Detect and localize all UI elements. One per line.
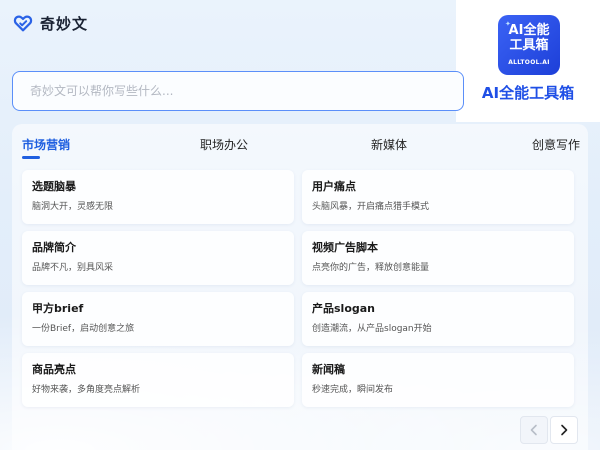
chevron-right-icon: [561, 424, 568, 436]
alltool-badge[interactable]: ✦ AI全能 工具箱 ALLTOOL.AI AI全能工具箱: [456, 0, 600, 122]
active-tab-indicator: [22, 156, 40, 159]
tab-office[interactable]: 职场办公: [200, 136, 248, 153]
tab-creative-writing[interactable]: 创意写作: [532, 136, 580, 153]
tab-new-media[interactable]: 新媒体: [371, 136, 407, 153]
card-description: 一份Brief，启动创意之旅: [32, 324, 135, 334]
card-description: 创造潮流，从产品slogan开始: [312, 324, 432, 334]
app-name: 奇妙文: [40, 14, 89, 33]
heart-link-icon: [13, 15, 33, 32]
template-card[interactable]: 新闻稿 秒速完成，瞬间发布: [302, 353, 574, 407]
card-title: 选题脑暴: [32, 180, 76, 193]
card-title: 产品slogan: [312, 302, 376, 315]
next-page-button[interactable]: [550, 416, 578, 444]
card-title: 新闻稿: [312, 363, 345, 376]
badge-logo: ✦ AI全能 工具箱 ALLTOOL.AI: [498, 15, 560, 75]
template-card[interactable]: 视频广告脚本 点亮你的广告，释放创意能量: [302, 231, 574, 285]
card-description: 好物来袭，多角度亮点解析: [32, 385, 141, 395]
template-card[interactable]: 用户痛点 头脑风暴，开启痛点猎手模式: [302, 170, 574, 224]
category-tabs: 市场营销 职场办公 新媒体 创意写作: [12, 124, 588, 164]
badge-line1: AI全能: [508, 23, 550, 38]
template-card[interactable]: 商品亮点 好物来袭，多角度亮点解析: [22, 353, 294, 407]
chevron-left-icon: [530, 424, 537, 436]
badge-line2: 工具箱: [509, 38, 549, 53]
card-description: 头脑风暴，开启痛点猎手模式: [312, 202, 430, 212]
tab-marketing[interactable]: 市场营销: [22, 136, 70, 153]
card-title: 甲方brief: [32, 302, 84, 315]
card-title: 品牌简介: [32, 241, 76, 254]
badge-domain: ALLTOOL.AI: [508, 59, 550, 66]
template-card[interactable]: 选题脑暴 脑洞大开，灵感无限: [22, 170, 294, 224]
app-logo[interactable]: 奇妙文: [12, 12, 88, 34]
card-title: 商品亮点: [32, 363, 76, 376]
card-title: 用户痛点: [312, 180, 356, 193]
badge-caption: AI全能工具箱: [481, 84, 575, 102]
prev-page-button[interactable]: [520, 416, 548, 444]
template-card[interactable]: 品牌简介 品牌不凡，别具风采: [22, 231, 294, 285]
template-card[interactable]: 产品slogan 创造潮流，从产品slogan开始: [302, 292, 574, 346]
card-description: 点亮你的广告，释放创意能量: [312, 263, 430, 273]
template-card[interactable]: 甲方brief 一份Brief，启动创意之旅: [22, 292, 294, 346]
card-title: 视频广告脚本: [312, 241, 378, 254]
template-panel: 市场营销 职场办公 新媒体 创意写作 选题脑暴 脑洞大开，灵感无限 用户痛点 头…: [12, 124, 588, 450]
search-box[interactable]: [12, 71, 464, 111]
card-description: 品牌不凡，别具风采: [32, 263, 114, 273]
card-description: 脑洞大开，灵感无限: [32, 202, 114, 212]
search-input[interactable]: [28, 83, 463, 99]
card-description: 秒速完成，瞬间发布: [312, 385, 394, 395]
